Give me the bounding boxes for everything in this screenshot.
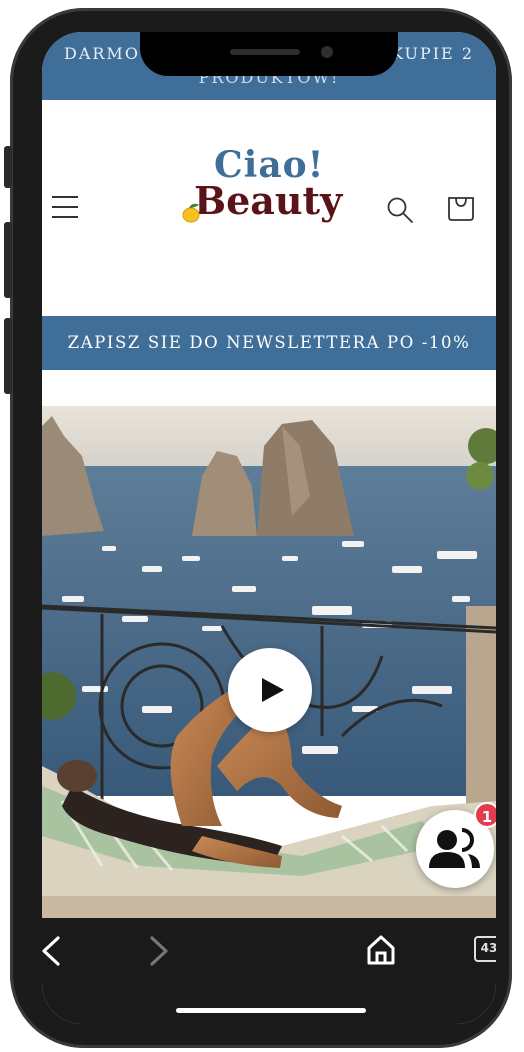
home-indicator[interactable] xyxy=(176,1008,366,1013)
community-button[interactable]: 1 xyxy=(416,802,496,888)
phone-screen: DARMO KUPIE 2 PRODUKTÓW! Ciao! Beauty ZA… xyxy=(42,32,496,1024)
spacer xyxy=(42,370,496,406)
hamburger-line xyxy=(52,216,78,218)
announcement-right-text: KUPIE 2 xyxy=(391,44,474,63)
logo-word-beauty: Beauty xyxy=(194,178,343,223)
site-logo[interactable]: Ciao! Beauty xyxy=(172,144,362,234)
lemon-icon xyxy=(182,203,200,223)
home-icon[interactable] xyxy=(366,934,396,966)
speaker-grille xyxy=(230,49,300,55)
front-camera xyxy=(321,46,333,58)
shopping-bag-icon[interactable] xyxy=(446,192,476,222)
newsletter-banner[interactable]: ZAPISZ SIE DO NEWSLETTERA PO -10% xyxy=(42,316,496,370)
phone-volume-up xyxy=(4,222,12,298)
browser-toolbar: 43 xyxy=(42,918,496,1024)
announcement-left-text: DARMO xyxy=(64,44,140,63)
phone-notch xyxy=(140,32,398,76)
chevron-right-icon[interactable] xyxy=(146,934,172,968)
tabs-button[interactable]: 43 xyxy=(474,936,496,962)
play-button[interactable] xyxy=(228,648,312,732)
hamburger-line xyxy=(52,196,78,198)
notification-badge: 1 xyxy=(474,802,496,828)
chevron-left-icon[interactable] xyxy=(42,934,64,968)
search-icon[interactable] xyxy=(386,196,414,224)
phone-mute-switch xyxy=(4,146,12,188)
hamburger-menu-icon[interactable] xyxy=(52,196,78,218)
hero-video[interactable]: 1 xyxy=(42,406,496,918)
site-header: Ciao! Beauty xyxy=(42,100,496,316)
hamburger-line xyxy=(52,206,78,208)
play-icon xyxy=(262,678,284,702)
phone-volume-down xyxy=(4,318,12,394)
